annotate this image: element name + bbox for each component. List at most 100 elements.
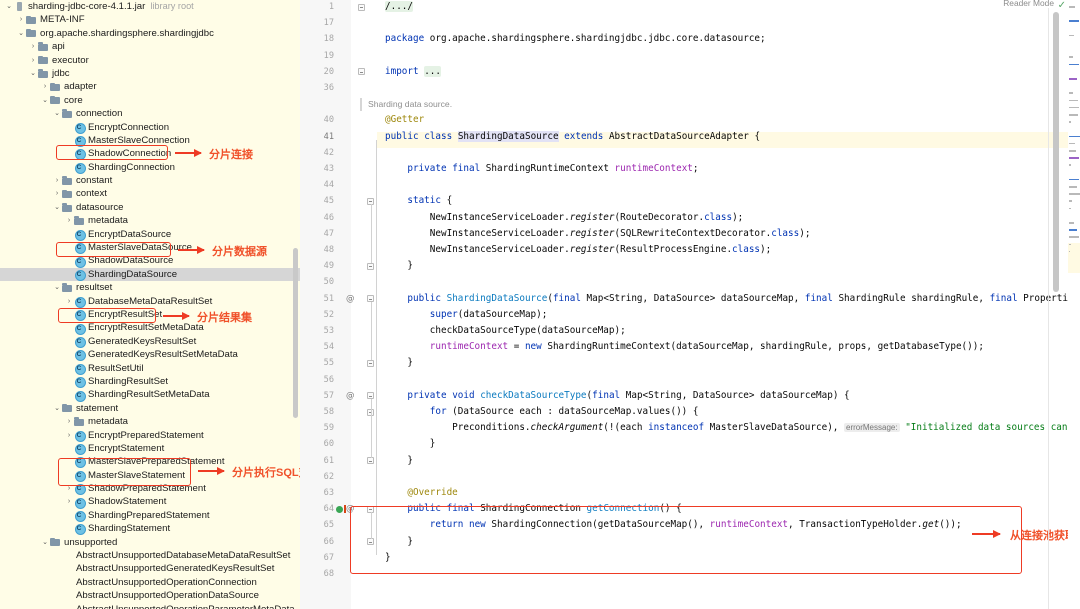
chevron-down-icon[interactable]: ⌄ <box>40 94 50 107</box>
chevron-right-icon[interactable]: › <box>64 482 74 495</box>
run-marker-icon[interactable] <box>344 505 346 513</box>
code-line[interactable]: checkDataSourceType(dataSourceMap); <box>385 323 626 339</box>
tree-item-meta-inf[interactable]: ›META-INF <box>0 13 300 26</box>
tree-item-jdbc[interactable]: ⌄jdbc <box>0 67 300 80</box>
code-line[interactable]: Preconditions.checkArgument(!(each insta… <box>385 420 1080 436</box>
code-line[interactable]: public final ShardingConnection getConne… <box>385 501 682 517</box>
tree-item-abstractunsupportedoperationdatasource[interactable]: AbstractUnsupportedOperationDataSource <box>0 589 300 602</box>
tree-item-shardingpreparedstatement[interactable]: ShardingPreparedStatement <box>0 509 300 522</box>
code-line[interactable]: } <box>385 355 413 371</box>
override-marker-icon[interactable]: @ <box>346 501 355 517</box>
tree-item-sharding-jdbc-core-4-1-1-jar[interactable]: ⌄sharding-jdbc-core-4.1.1.jarlibrary roo… <box>0 0 300 13</box>
tree-item-generatedkeysresultsetmetadata[interactable]: GeneratedKeysResultSetMetaData <box>0 348 300 361</box>
tree-item-encryptdatasource[interactable]: EncryptDataSource <box>0 228 300 241</box>
tree-item-executor[interactable]: ›executor <box>0 54 300 67</box>
tree-item-shadowstatement[interactable]: ›ShadowStatement <box>0 495 300 508</box>
code-line[interactable]: return new ShardingConnection(getDataSou… <box>385 517 962 533</box>
chevron-right-icon[interactable]: › <box>16 13 26 26</box>
tree-item-shardingstatement[interactable]: ShardingStatement <box>0 522 300 535</box>
tree-item-shadowpreparedstatement[interactable]: ›ShadowPreparedStatement <box>0 482 300 495</box>
chevron-right-icon[interactable]: › <box>28 54 38 67</box>
code-line[interactable]: public class ShardingDataSource extends … <box>385 129 760 145</box>
chevron-down-icon[interactable]: ⌄ <box>52 107 62 120</box>
code-line[interactable]: NewInstanceServiceLoader.register(RouteD… <box>385 210 743 226</box>
tree-item-metadata[interactable]: ›metadata <box>0 214 300 227</box>
gutter-icon-strip[interactable] <box>351 0 377 609</box>
override-marker-icon[interactable]: @ <box>346 291 355 307</box>
code-line[interactable]: runtimeContext = new ShardingRuntimeCont… <box>385 339 984 355</box>
checkmark-icon[interactable]: ✓ <box>1058 0 1066 11</box>
tree-item-adapter[interactable]: ›adapter <box>0 80 300 93</box>
editor-minimap[interactable] <box>1068 0 1080 609</box>
tree-item-encryptstatement[interactable]: EncryptStatement <box>0 442 300 455</box>
tree-item-unsupported[interactable]: ⌄unsupported <box>0 536 300 549</box>
chevron-down-icon[interactable]: ⌄ <box>40 536 50 549</box>
code-line[interactable]: } <box>385 550 391 566</box>
tree-item-abstractunsupporteddatabasemetadataresultset[interactable]: AbstractUnsupportedDatabaseMetaDataResul… <box>0 549 300 562</box>
chevron-right-icon[interactable]: › <box>28 40 38 53</box>
tree-item-org-apache-shardingsphere-shardingjdbc[interactable]: ⌄org.apache.shardingsphere.shardingjdbc <box>0 27 300 40</box>
chevron-right-icon[interactable]: › <box>52 174 62 187</box>
tree-item-api[interactable]: ›api <box>0 40 300 53</box>
chevron-down-icon[interactable]: ⌄ <box>52 281 62 294</box>
code-line[interactable]: private void checkDataSourceType(final M… <box>385 388 850 404</box>
chevron-right-icon[interactable]: › <box>64 429 74 442</box>
code-line[interactable]: private final ShardingRuntimeContext run… <box>385 161 699 177</box>
tree-item-shardingconnection[interactable]: ShardingConnection <box>0 161 300 174</box>
fold-toggle-icon[interactable] <box>358 68 365 75</box>
chevron-right-icon[interactable]: › <box>52 187 62 200</box>
chevron-down-icon[interactable]: ⌄ <box>52 402 62 415</box>
tree-item-constant[interactable]: ›constant <box>0 174 300 187</box>
tree-item-abstractunsupportedoperationparametermetadata[interactable]: AbstractUnsupportedOperationParameterMet… <box>0 603 300 609</box>
tree-item-shardingresultsetmetadata[interactable]: ShardingResultSetMetaData <box>0 388 300 401</box>
fold-toggle-icon[interactable] <box>367 360 374 367</box>
code-line[interactable]: for (DataSource each : dataSourceMap.val… <box>385 404 698 420</box>
chevron-down-icon[interactable]: ⌄ <box>4 0 14 13</box>
code-line[interactable]: super(dataSourceMap); <box>385 307 547 323</box>
tree-item-abstractunsupportedoperationconnection[interactable]: AbstractUnsupportedOperationConnection <box>0 576 300 589</box>
chevron-right-icon[interactable]: › <box>64 415 74 428</box>
tree-item-context[interactable]: ›context <box>0 187 300 200</box>
tree-item-core[interactable]: ⌄core <box>0 94 300 107</box>
tree-item-generatedkeysresultset[interactable]: GeneratedKeysResultSet <box>0 335 300 348</box>
tree-item-resultsetutil[interactable]: ResultSetUtil <box>0 362 300 375</box>
tree-item-datasource[interactable]: ⌄datasource <box>0 201 300 214</box>
tree-item-abstractunsupportedgeneratedkeysresultset[interactable]: AbstractUnsupportedGeneratedKeysResultSe… <box>0 562 300 575</box>
code-line[interactable]: } <box>385 258 413 274</box>
tree-item-shardingdatasource[interactable]: ShardingDataSource <box>0 268 300 281</box>
tree-item-encryptresultsetmetadata[interactable]: EncryptResultSetMetaData <box>0 321 300 334</box>
code-line[interactable]: package org.apache.shardingsphere.shardi… <box>385 31 766 47</box>
code-line[interactable]: /.../ <box>385 0 413 15</box>
tree-item-masterslaveconnection[interactable]: MasterSlaveConnection <box>0 134 300 147</box>
tree-item-encryptpreparedstatement[interactable]: ›EncryptPreparedStatement <box>0 429 300 442</box>
tree-item-databasemetadataresultset[interactable]: ›DatabaseMetaDataResultSet <box>0 295 300 308</box>
tree-item-encryptconnection[interactable]: EncryptConnection <box>0 121 300 134</box>
override-marker-icon[interactable]: @ <box>346 388 355 404</box>
code-line[interactable]: @Override <box>385 485 458 501</box>
fold-toggle-icon[interactable] <box>367 263 374 270</box>
chevron-right-icon[interactable]: › <box>64 214 74 227</box>
tree-item-resultset[interactable]: ⌄resultset <box>0 281 300 294</box>
code-editor-panel[interactable]: 1171819203640414243444546474849505152535… <box>300 0 1080 609</box>
code-line[interactable]: import ... <box>385 64 441 80</box>
fold-toggle-icon[interactable] <box>358 4 365 11</box>
code-line[interactable]: NewInstanceServiceLoader.register(SQLRew… <box>385 226 810 242</box>
tree-item-shardingresultset[interactable]: ShardingResultSet <box>0 375 300 388</box>
tree-item-metadata[interactable]: ›metadata <box>0 415 300 428</box>
code-line[interactable]: } <box>385 436 435 452</box>
code-line[interactable]: } <box>385 534 413 550</box>
tree-item-shadowconnection[interactable]: ShadowConnection <box>0 147 300 160</box>
fold-toggle-icon[interactable] <box>367 457 374 464</box>
tree-item-connection[interactable]: ⌄connection <box>0 107 300 120</box>
project-tree-panel[interactable]: ⌄sharding-jdbc-core-4.1.1.jarlibrary roo… <box>0 0 300 609</box>
fold-toggle-icon[interactable] <box>367 538 374 545</box>
breakpoint-icon[interactable] <box>336 506 343 513</box>
tree-item-encryptresultset[interactable]: EncryptResultSet <box>0 308 300 321</box>
code-line[interactable]: NewInstanceServiceLoader.register(Result… <box>385 242 771 258</box>
code-line[interactable]: static { <box>385 193 452 209</box>
code-line[interactable]: } <box>385 453 413 469</box>
tree-item-statement[interactable]: ⌄statement <box>0 402 300 415</box>
code-line[interactable]: public ShardingDataSource(final Map<Stri… <box>385 291 1080 307</box>
tree-scrollbar[interactable] <box>293 248 298 418</box>
chevron-right-icon[interactable]: › <box>40 80 50 93</box>
